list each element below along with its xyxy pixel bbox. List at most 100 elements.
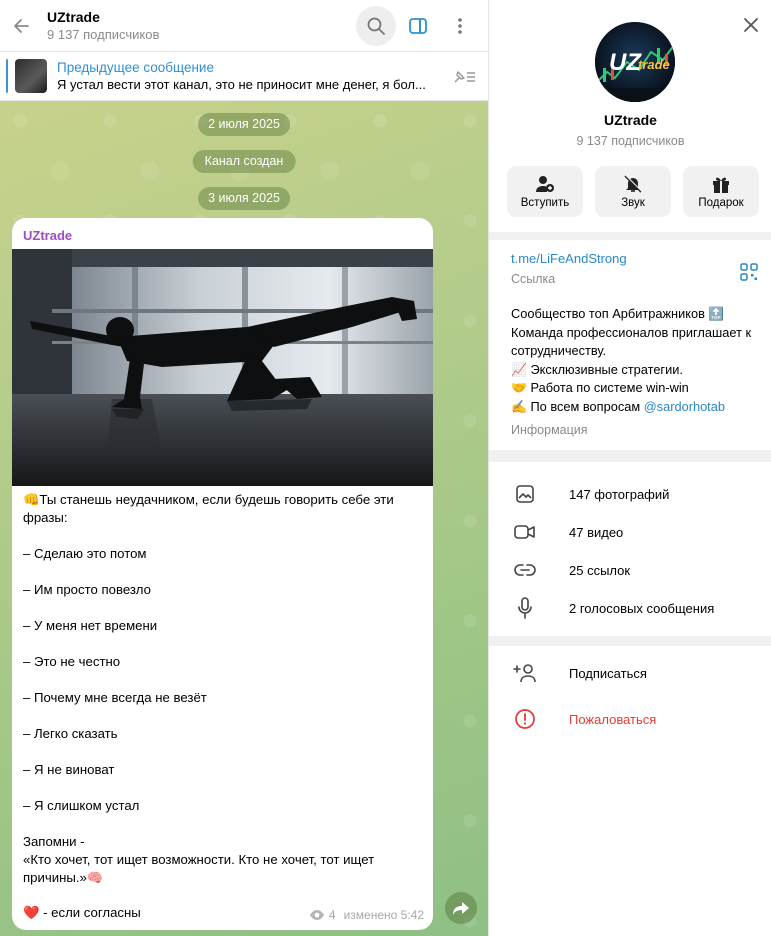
pinned-thumbnail <box>15 59 47 93</box>
media-row-videos[interactable]: 47 видео <box>489 515 771 549</box>
message-line: 👊Ты станешь неудачником, если будешь гов… <box>23 492 394 507</box>
search-icon <box>367 17 385 35</box>
gift-icon <box>713 177 729 193</box>
eye-icon <box>309 910 324 920</box>
message-line <box>23 815 427 833</box>
close-icon <box>744 18 758 32</box>
message-line <box>23 779 427 797</box>
about-line: Сообщество топ Арбитражников 🔝 <box>511 306 725 321</box>
channel-info-panel: UZ trade UZtrade 9 137 подписчиков Вступ… <box>488 0 771 936</box>
gift-label: Подарок <box>698 196 744 209</box>
message-author[interactable]: UZtrade <box>23 228 72 243</box>
views-count: 4 <box>328 908 336 922</box>
channel-header: UZ trade UZtrade 9 137 подписчиков Вступ… <box>489 0 771 232</box>
about-line: Команда профессионалов приглашает к <box>511 324 752 340</box>
media-row-links[interactable]: 25 ссылок <box>489 553 771 587</box>
channel-about: t.me/LiFeAndStrong Ссылка Сообщество топ… <box>489 240 771 450</box>
mute-icon <box>624 174 643 193</box>
pinned-text: Предыдущее сообщение Я устал вести этот … <box>57 59 437 93</box>
subscribe-icon <box>513 661 537 685</box>
report-row[interactable]: Пожаловаться <box>489 702 771 736</box>
subscribe-row[interactable]: Подписаться <box>489 656 771 690</box>
message-line: – Это не честно <box>23 654 121 669</box>
pinned-title: Предыдущее сообщение <box>57 60 214 75</box>
about-mention-link[interactable]: @sardorhotab <box>644 399 725 414</box>
pinned-indicator <box>6 59 8 93</box>
video-icon <box>513 520 537 544</box>
message-line <box>23 635 427 653</box>
channel-link[interactable]: t.me/LiFeAndStrong <box>511 251 627 266</box>
link-icon <box>513 558 537 582</box>
message-line <box>23 599 427 617</box>
channel-link-caption: Ссылка <box>511 272 556 286</box>
message-line <box>23 563 427 581</box>
channel-actions-section: Подписаться Пожаловаться <box>489 646 771 936</box>
mute-label: Звук <box>621 196 645 209</box>
join-label: Вступить <box>520 196 570 209</box>
chat-title: UZtrade <box>47 8 100 25</box>
message-line: – Легко сказать <box>23 726 118 741</box>
svg-text:trade: trade <box>638 57 670 72</box>
channel-subscribers: 9 137 подписчиков <box>576 134 685 148</box>
service-message: Канал создан <box>192 150 296 173</box>
mute-button[interactable]: Звук <box>595 166 671 217</box>
toggle-sidebar-button[interactable] <box>398 6 438 46</box>
join-icon <box>536 175 554 192</box>
message-line: – Сделаю это потом <box>23 546 147 561</box>
message-line: причины.»🧠 <box>23 870 104 885</box>
message-line: Запомни - <box>23 834 85 849</box>
avatar-logo-image: UZ trade <box>595 22 675 102</box>
chat-panel: UZtrade 9 137 подписчиков Предыдущее соо… <box>0 0 488 936</box>
chat-title-block[interactable]: UZtrade 9 137 подписчиков <box>44 8 356 44</box>
pinned-list-button[interactable] <box>450 64 478 90</box>
message-line <box>23 527 427 545</box>
message-line: – У меня нет времени <box>23 618 158 633</box>
shared-media-section: 147 фотографий 47 видео 25 ссылок 2 голо… <box>489 462 771 636</box>
report-icon <box>513 707 537 731</box>
more-vertical-icon <box>458 17 462 34</box>
subscribe-label: Подписаться <box>569 665 647 681</box>
message-line <box>23 707 427 725</box>
channel-description-caption: Информация <box>511 423 588 437</box>
media-label: 2 голосовых сообщения <box>569 600 715 616</box>
message-line: – Им просто повезло <box>23 582 151 597</box>
forward-icon <box>453 902 469 915</box>
chat-subscribers: 9 137 подписчиков <box>47 26 160 42</box>
message-line: – Я слишком устал <box>23 798 140 813</box>
photo-icon <box>513 482 537 506</box>
join-button[interactable]: Вступить <box>507 166 583 217</box>
qr-code-button[interactable] <box>737 260 761 284</box>
pinned-snippet: Я устал вести этот канал, это не приноси… <box>57 77 426 92</box>
about-line: сотрудничеству. <box>511 343 607 358</box>
qr-code-icon <box>740 263 758 281</box>
arrow-left-icon <box>14 18 29 33</box>
message-line <box>23 743 427 761</box>
message-line: – Почему мне всегда не везёт <box>23 690 207 705</box>
forward-button[interactable] <box>445 892 477 924</box>
channel-name: UZtrade <box>604 112 657 128</box>
gift-button[interactable]: Подарок <box>683 166 759 217</box>
back-button[interactable] <box>0 0 44 52</box>
message-meta: 4 изменено 5:42 <box>309 908 424 922</box>
media-label: 47 видео <box>569 524 624 540</box>
media-label: 25 ссылок <box>569 562 631 578</box>
message-text: 👊Ты станешь неудачником, если будешь гов… <box>23 491 427 887</box>
close-button[interactable] <box>738 12 764 38</box>
sidebar-icon <box>409 17 427 34</box>
message-line: фразы: <box>23 510 68 525</box>
channel-avatar[interactable]: UZ trade <box>595 22 675 102</box>
search-button[interactable] <box>356 5 396 46</box>
media-row-voice[interactable]: 2 голосовых сообщения <box>489 591 771 625</box>
message-bubble[interactable]: UZtrade 👊Ты станешь неудачником, если бу… <box>12 218 433 930</box>
pin-list-icon <box>454 71 475 83</box>
media-row-photos[interactable]: 147 фотографий <box>489 477 771 511</box>
report-label: Пожаловаться <box>569 711 657 727</box>
message-photo[interactable] <box>12 249 433 486</box>
workout-photo-image <box>12 249 433 486</box>
pinned-message-bar[interactable]: Предыдущее сообщение Я устал вести этот … <box>0 52 488 101</box>
message-line <box>23 671 427 689</box>
about-line: ✍️ По всем вопросам @sardorhotab <box>511 398 769 417</box>
edited-label: изменено 5:42 <box>343 908 424 922</box>
more-button[interactable] <box>440 6 480 46</box>
about-line: 🤝 Работа по системе win-win <box>511 380 689 395</box>
